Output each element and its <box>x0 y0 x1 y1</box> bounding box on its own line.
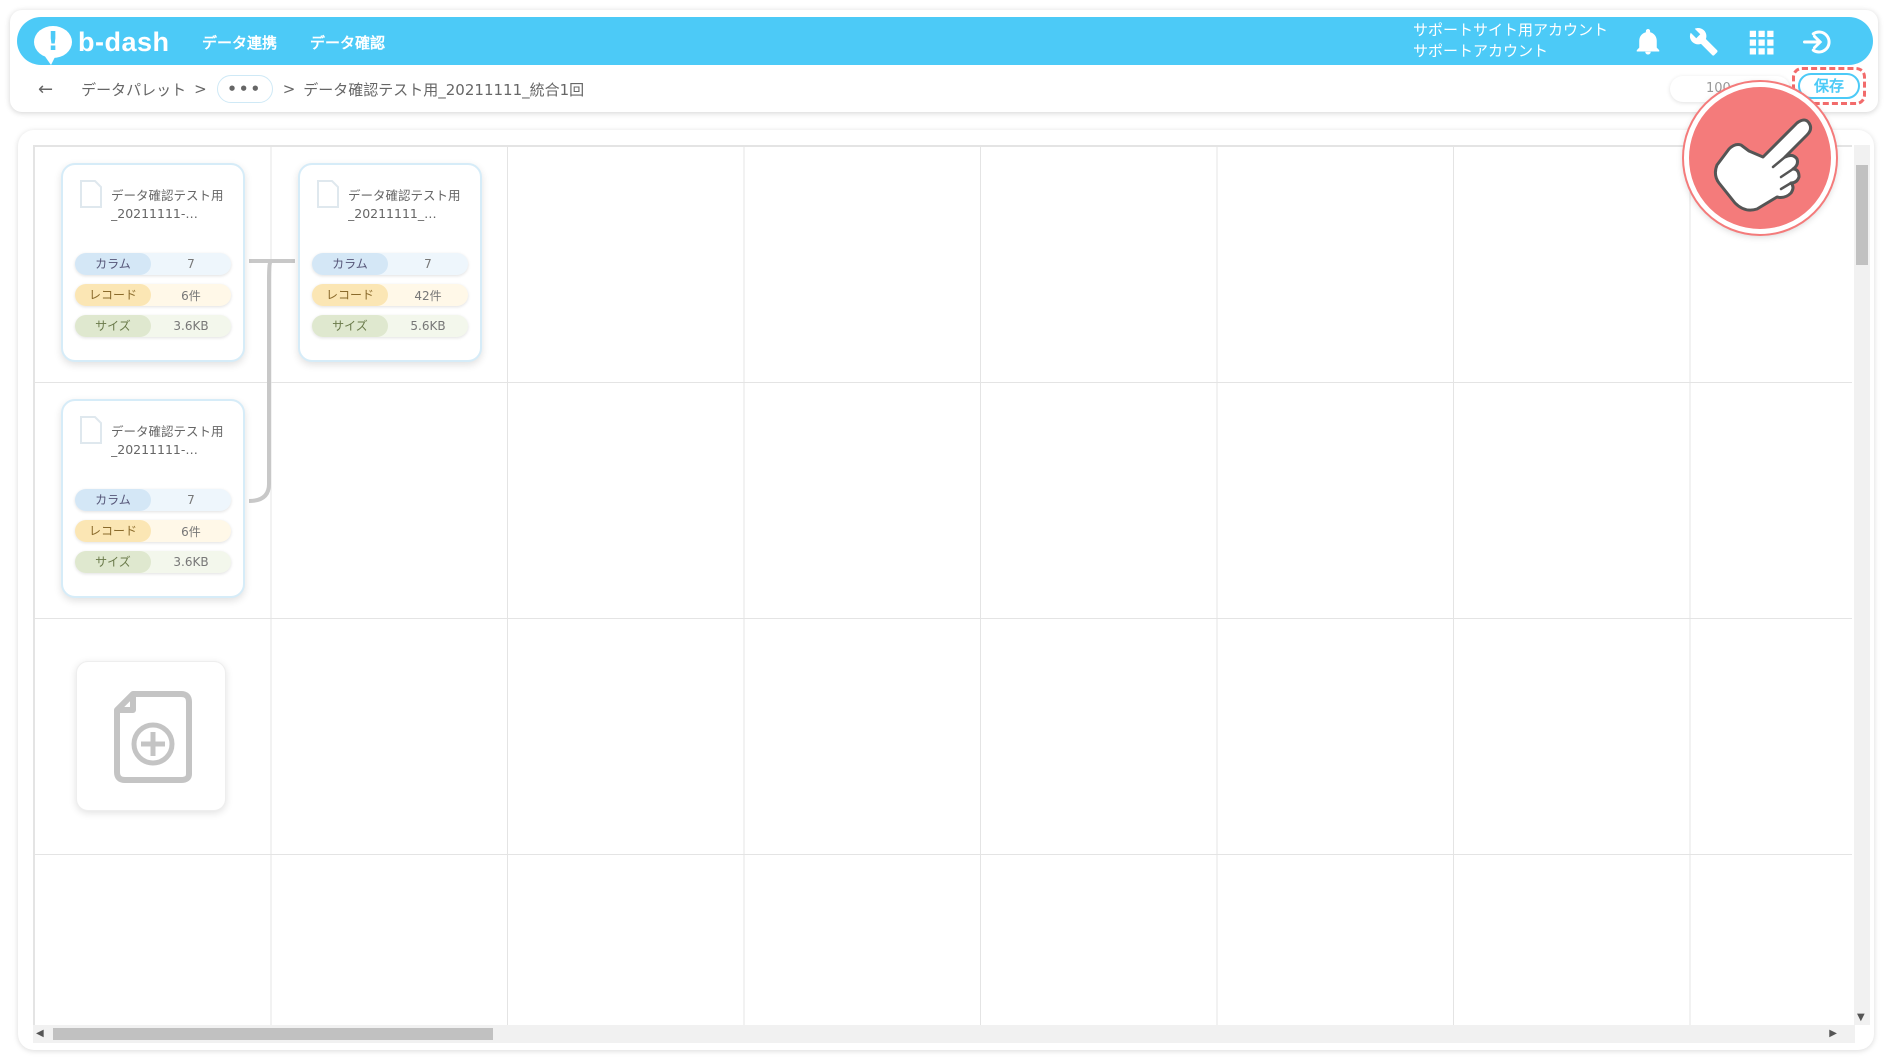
card-title: データ確認テスト用_20211111_… <box>348 188 461 221</box>
logout-icon[interactable] <box>1800 27 1834 57</box>
size-label: サイズ <box>75 551 151 573</box>
horizontal-scrollbar[interactable]: ◀ ▶ <box>33 1025 1855 1043</box>
size-row: サイズ 5.6KB <box>312 315 468 337</box>
record-count-row: レコード 6件 <box>75 284 231 306</box>
column-count: 7 <box>187 493 195 507</box>
record-label: レコード <box>312 284 388 306</box>
record-label: レコード <box>75 284 151 306</box>
document-icon <box>80 416 102 444</box>
column-count-row: カラム 7 <box>312 253 468 275</box>
pointing-hand-icon <box>1713 118 1813 212</box>
size-label: サイズ <box>312 315 388 337</box>
column-count: 7 <box>424 257 432 271</box>
vertical-scrollbar[interactable]: ▼ <box>1854 145 1870 1025</box>
scroll-right-arrow-icon[interactable]: ▶ <box>1829 1028 1837 1039</box>
record-count: 6件 <box>181 288 201 303</box>
document-icon <box>80 180 102 208</box>
tap-pointer-indicator <box>1684 82 1836 234</box>
breadcrumb-more-button[interactable]: ••• <box>216 75 273 103</box>
size-row: サイズ 3.6KB <box>75 551 231 573</box>
breadcrumb: ← データパレット > ••• > データ確認テスト用_20211111_統合1… <box>38 75 585 103</box>
column-label: カラム <box>75 489 151 511</box>
nav-data-check[interactable]: データ確認 <box>310 32 385 53</box>
column-count-row: カラム 7 <box>75 253 231 275</box>
record-label: レコード <box>75 520 151 542</box>
size-value: 5.6KB <box>410 319 446 333</box>
record-count: 6件 <box>181 524 201 539</box>
size-value: 3.6KB <box>173 319 209 333</box>
logo-bubble-icon: ! <box>34 26 72 65</box>
data-card[interactable]: データ確認テスト用_20211111-… カラム 7 レコード 6件 サイズ 3… <box>61 399 245 598</box>
account-info[interactable]: サポートサイト用アカウント サポートアカウント <box>1413 20 1608 62</box>
data-card[interactable]: データ確認テスト用_20211111_… カラム 7 レコード 42件 サイズ … <box>298 163 482 362</box>
scroll-left-arrow-icon[interactable]: ◀ <box>36 1028 44 1039</box>
account-subname: サポートアカウント <box>1413 42 1549 60</box>
save-button[interactable]: 保存 <box>1798 73 1860 99</box>
nav-data-link[interactable]: データ連携 <box>202 32 277 53</box>
add-data-button[interactable] <box>76 661 226 811</box>
breadcrumb-current: データ確認テスト用_20211111_統合1回 <box>303 80 585 99</box>
column-label: カラム <box>312 253 388 275</box>
merge-connector <box>248 259 295 503</box>
size-row: サイズ 3.6KB <box>75 315 231 337</box>
record-count: 42件 <box>414 288 442 303</box>
card-title: データ確認テスト用_20211111-… <box>111 424 224 457</box>
breadcrumb-root[interactable]: データパレット <box>81 79 186 100</box>
record-count-row: レコード 6件 <box>75 520 231 542</box>
data-card[interactable]: データ確認テスト用_20211111-… カラム 7 レコード 6件 サイズ 3… <box>61 163 245 362</box>
back-arrow-icon[interactable]: ← <box>38 79 53 100</box>
size-label: サイズ <box>75 315 151 337</box>
app-grid-icon[interactable] <box>1746 27 1776 57</box>
record-count-row: レコード 42件 <box>312 284 468 306</box>
wrench-icon[interactable] <box>1689 27 1719 57</box>
column-label: カラム <box>75 253 151 275</box>
vertical-scrollbar-thumb[interactable] <box>1856 165 1868 265</box>
document-icon <box>317 180 339 208</box>
column-count-row: カラム 7 <box>75 489 231 511</box>
app-logo[interactable]: ! b-dash <box>34 22 170 65</box>
column-count: 7 <box>187 257 195 271</box>
breadcrumb-separator: > <box>194 80 207 98</box>
size-value: 3.6KB <box>173 555 209 569</box>
horizontal-scrollbar-thumb[interactable] <box>53 1028 493 1040</box>
add-document-icon <box>114 691 192 783</box>
scroll-down-arrow-icon[interactable]: ▼ <box>1857 1012 1865 1023</box>
bell-icon[interactable] <box>1633 27 1663 57</box>
logo-text: b-dash <box>78 26 170 57</box>
breadcrumb-separator: > <box>282 80 296 98</box>
account-name: サポートサイト用アカウント <box>1413 21 1609 39</box>
card-title: データ確認テスト用_20211111-… <box>111 188 224 221</box>
